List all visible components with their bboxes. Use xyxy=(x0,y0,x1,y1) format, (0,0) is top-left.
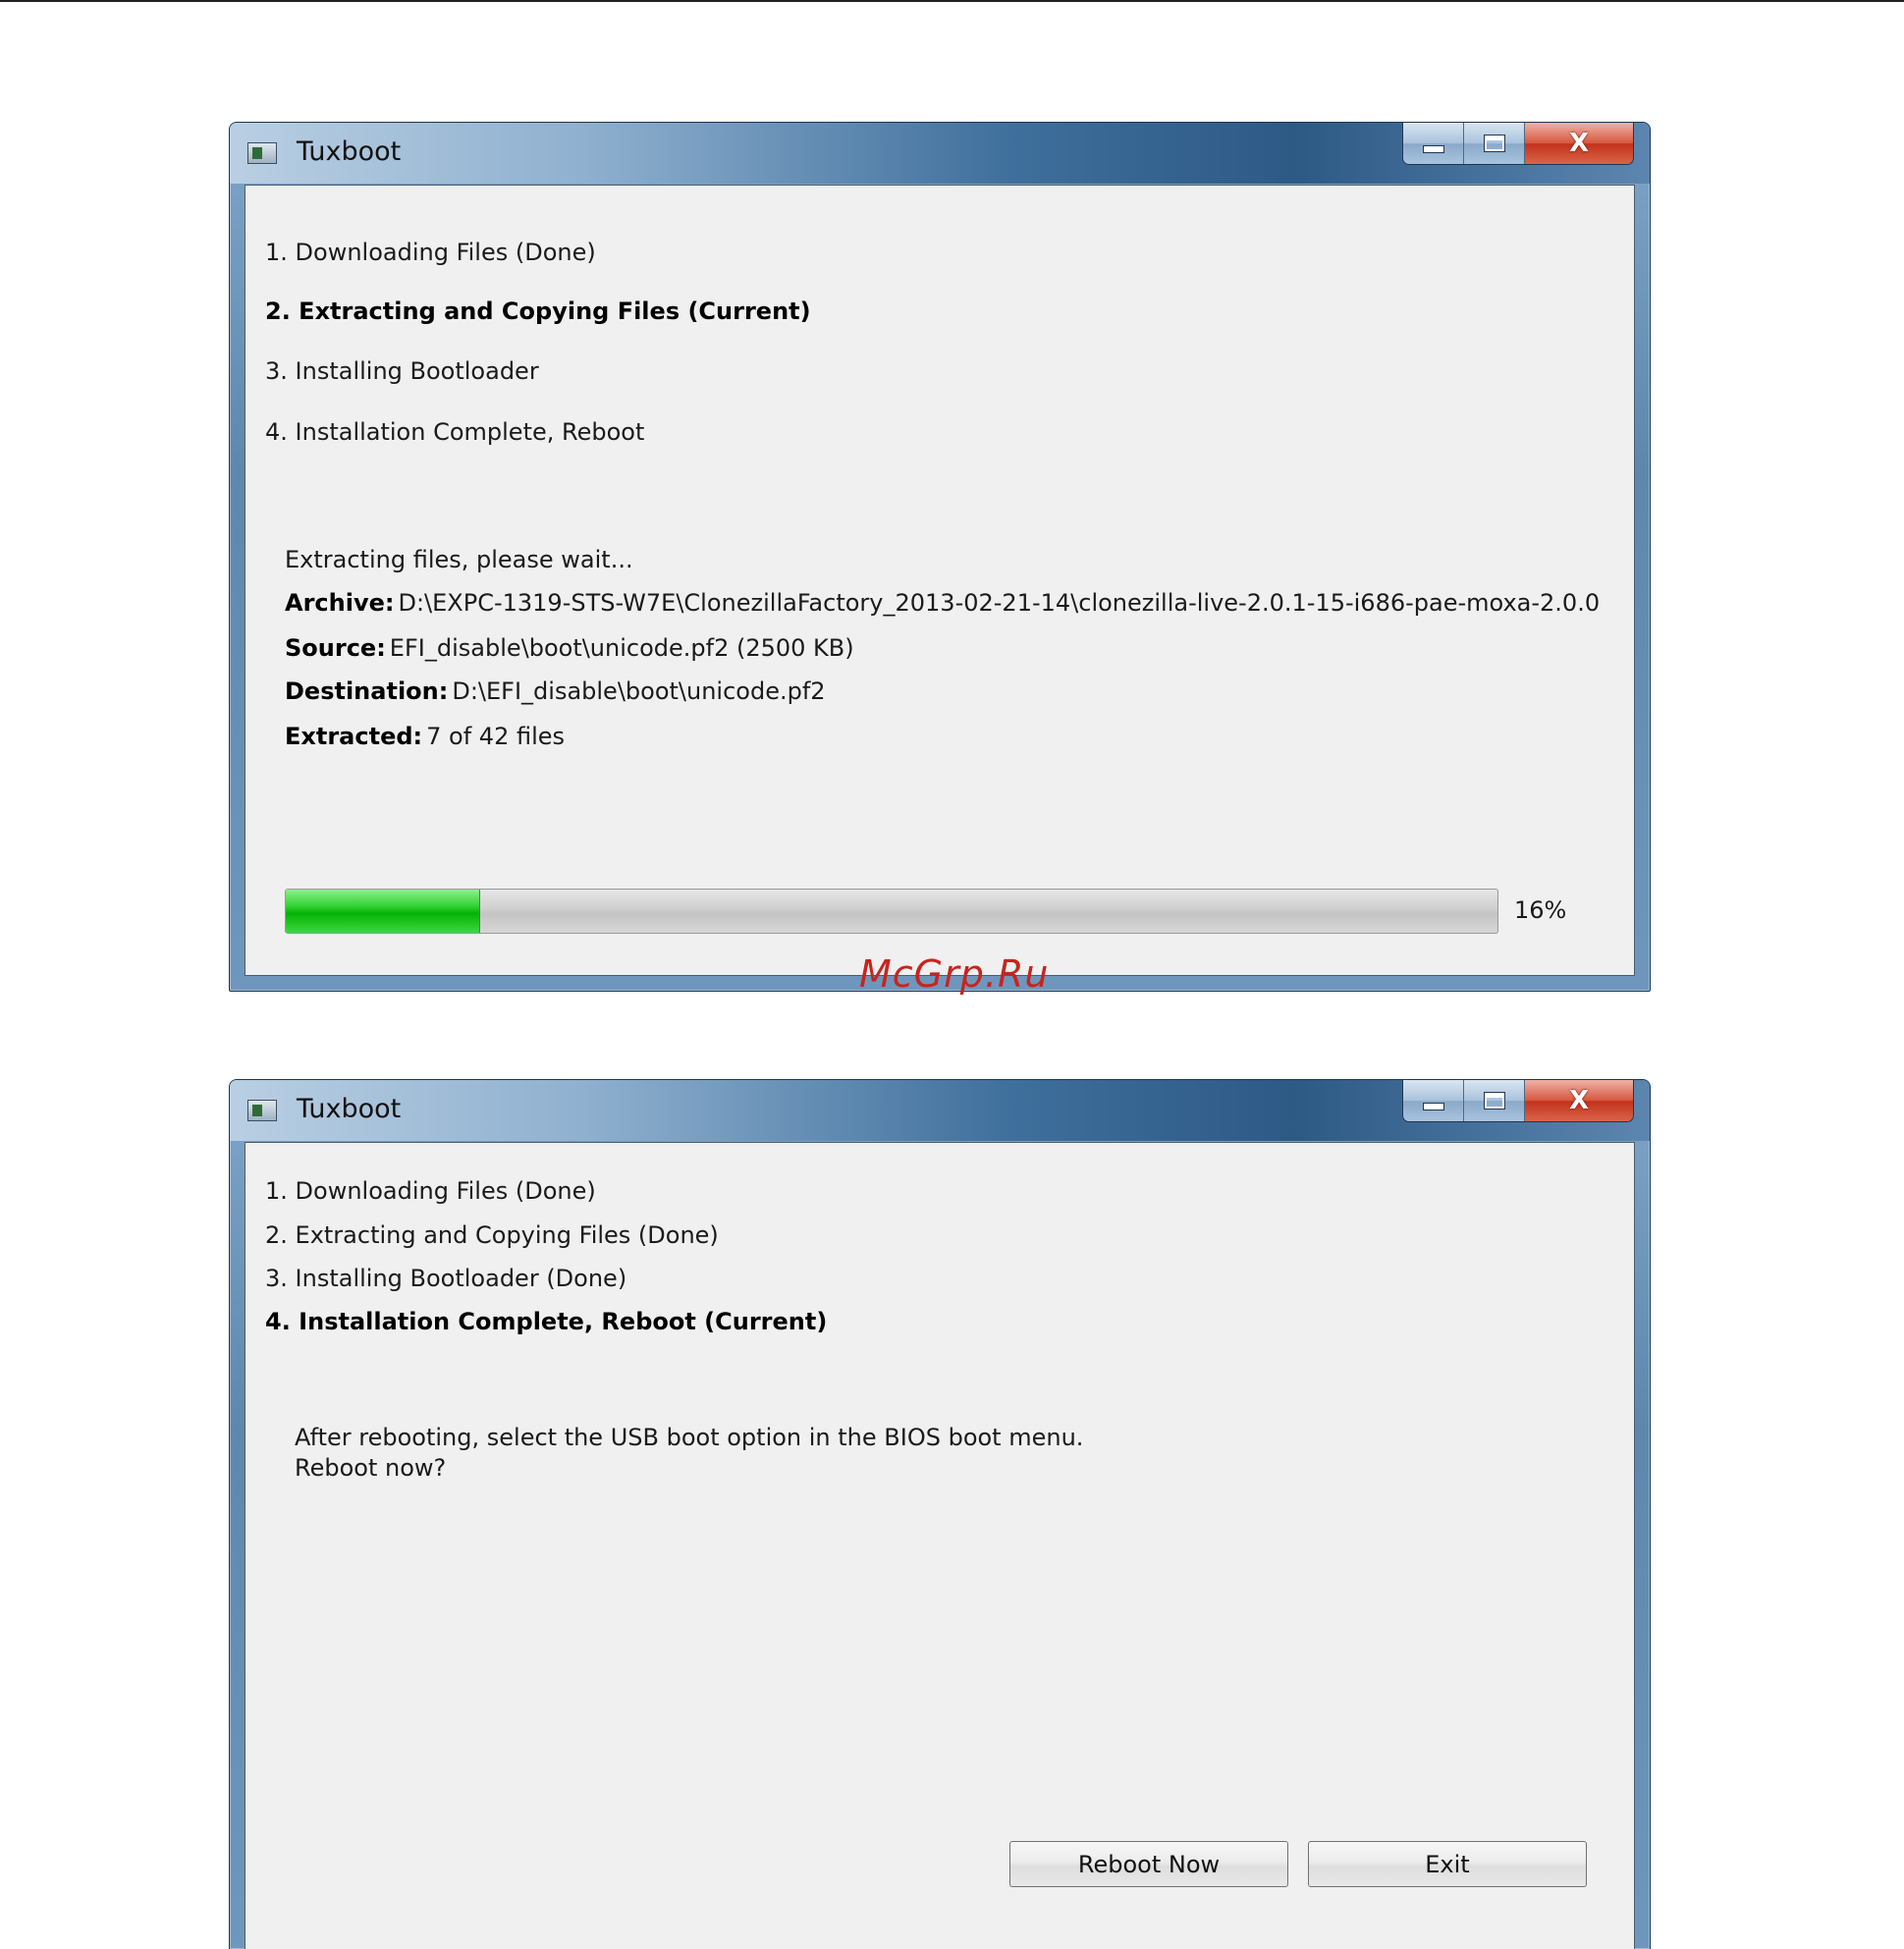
close-button[interactable]: X xyxy=(1525,123,1633,164)
close-icon: X xyxy=(1568,1086,1590,1115)
reboot-question: Reboot now? xyxy=(295,1454,447,1482)
step-4-label-current: 4. Installation Complete, Reboot (Curren… xyxy=(265,1308,828,1335)
page-top-rule xyxy=(0,0,1904,2)
step-4-label: 4. Installation Complete, Reboot xyxy=(265,418,645,446)
extracted-row: Extracted: 7 of 42 files xyxy=(285,723,565,750)
caption-buttons: X xyxy=(1402,123,1634,165)
destination-value: D:\EFI_disable\boot\unicode.pf2 xyxy=(452,677,826,705)
maximize-button[interactable] xyxy=(1464,1080,1525,1121)
extraction-progress-bar xyxy=(285,889,1498,934)
window-title: Tuxboot xyxy=(297,136,402,167)
window-title: Tuxboot xyxy=(297,1094,402,1124)
maximize-icon xyxy=(1484,1093,1504,1109)
progress-fill xyxy=(286,890,481,933)
watermark: McGrp.Ru xyxy=(859,952,1050,996)
step-1-label: 1. Downloading Files (Done) xyxy=(265,1177,596,1205)
step-3-label: 3. Installing Bootloader xyxy=(265,357,539,385)
extracted-value: 7 of 42 files xyxy=(426,723,566,750)
extracted-label: Extracted: xyxy=(285,723,423,750)
step-2-label-current: 2. Extracting and Copying Files (Current… xyxy=(265,298,811,325)
step-1-label: 1. Downloading Files (Done) xyxy=(265,239,596,266)
maximize-button[interactable] xyxy=(1464,123,1525,164)
app-icon[interactable] xyxy=(247,1100,277,1121)
reboot-now-button[interactable]: Reboot Now xyxy=(1009,1841,1288,1887)
app-icon[interactable] xyxy=(247,142,277,164)
minimize-icon xyxy=(1422,1103,1444,1110)
minimize-button[interactable] xyxy=(1403,123,1464,164)
archive-value: D:\EXPC-1319-STS-W7E\ClonezillaFactory_2… xyxy=(398,589,1601,617)
close-button[interactable]: X xyxy=(1525,1080,1633,1121)
title-bar[interactable]: Tuxboot X xyxy=(230,123,1650,184)
caption-buttons: X xyxy=(1402,1080,1634,1122)
progress-percent: 16% xyxy=(1514,896,1567,924)
archive-label: Archive: xyxy=(285,589,395,617)
client-area: 1. Downloading Files (Done) 2. Extractin… xyxy=(245,185,1635,976)
client-area: 1. Downloading Files (Done) 2. Extractin… xyxy=(245,1142,1635,1949)
tuxboot-window-complete: Tuxboot X 1. Downloading Files (Done) 2.… xyxy=(229,1079,1651,1949)
source-label: Source: xyxy=(285,634,386,662)
archive-row: Archive: D:\EXPC-1319-STS-W7E\ClonezillaF… xyxy=(285,589,1600,617)
reboot-instruction: After rebooting, select the USB boot opt… xyxy=(295,1424,1084,1451)
source-value: EFI_disable\boot\unicode.pf2 (2500 KB) xyxy=(389,634,854,662)
step-3-label: 3. Installing Bootloader (Done) xyxy=(265,1265,627,1292)
destination-label: Destination: xyxy=(285,677,449,705)
source-row: Source: EFI_disable\boot\unicode.pf2 (250… xyxy=(285,634,854,662)
title-bar[interactable]: Tuxboot X xyxy=(230,1080,1650,1141)
maximize-icon xyxy=(1484,135,1504,151)
exit-button[interactable]: Exit xyxy=(1308,1841,1587,1887)
status-text: Extracting files, please wait... xyxy=(285,546,633,573)
minimize-button[interactable] xyxy=(1403,1080,1464,1121)
destination-row: Destination: D:\EFI_disable\boot\unicode.… xyxy=(285,677,826,705)
close-icon: X xyxy=(1568,129,1590,158)
step-2-label: 2. Extracting and Copying Files (Done) xyxy=(265,1221,719,1249)
minimize-icon xyxy=(1422,145,1444,153)
tuxboot-window-extracting: Tuxboot X 1. Downloading Files (Done) 2.… xyxy=(229,122,1651,992)
